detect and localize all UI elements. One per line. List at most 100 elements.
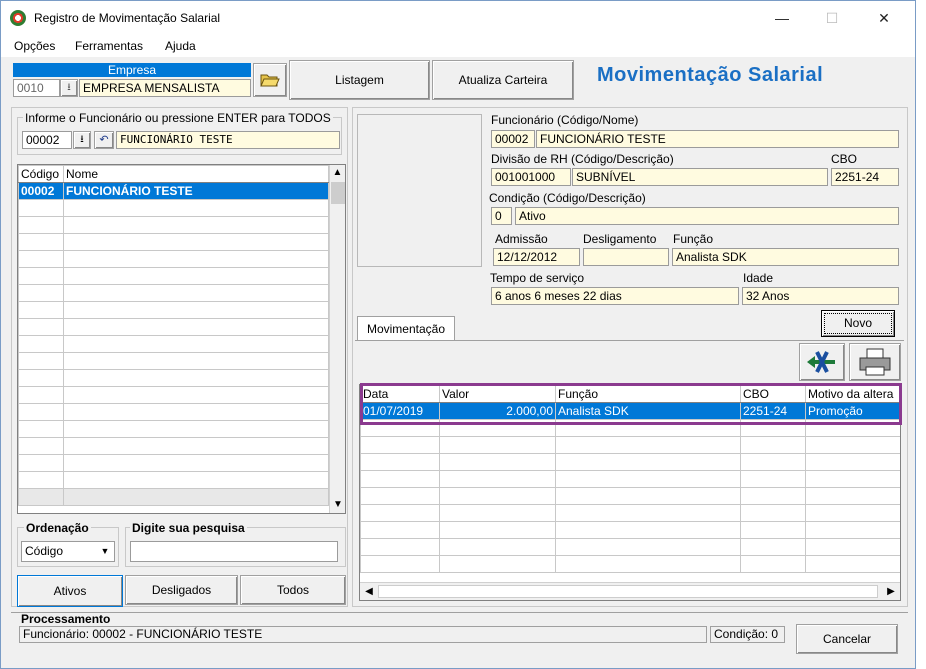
table-row[interactable] bbox=[18, 216, 329, 234]
column-header-codigo[interactable]: Código bbox=[18, 165, 64, 183]
row-motivo: Promoção bbox=[805, 402, 900, 420]
table-header-row: Código Nome bbox=[18, 165, 329, 183]
scroll-thumb[interactable] bbox=[378, 585, 878, 598]
movements-hscrollbar[interactable]: ◀ ▶ bbox=[360, 582, 900, 600]
column-header-motivo[interactable]: Motivo da altera bbox=[805, 385, 900, 403]
scroll-up-icon[interactable]: ▲ bbox=[330, 165, 345, 181]
print-button[interactable] bbox=[849, 343, 901, 381]
close-button[interactable]: ✕ bbox=[869, 7, 899, 29]
employee-search-legend: Informe o Funcionário ou pressione ENTER… bbox=[23, 111, 333, 125]
table-row[interactable] bbox=[18, 403, 329, 421]
open-folder-button[interactable] bbox=[253, 63, 287, 97]
row-valor: 2.000,00 bbox=[439, 402, 556, 420]
table-row[interactable] bbox=[18, 250, 329, 268]
condicao-code-field: 0 bbox=[491, 207, 512, 225]
table-row[interactable] bbox=[18, 267, 329, 285]
cbo-field: 2251-24 bbox=[831, 168, 899, 186]
processing-label: Processamento bbox=[21, 612, 111, 626]
empresa-name-field: EMPRESA MENSALISTA bbox=[79, 79, 251, 97]
table-row[interactable]: 00002 FUNCIONÁRIO TESTE bbox=[18, 182, 329, 200]
menu-opcoes[interactable]: Opções bbox=[14, 39, 55, 53]
separator bbox=[11, 612, 908, 613]
listagem-button[interactable]: Listagem bbox=[289, 60, 430, 100]
table-row[interactable] bbox=[18, 301, 329, 319]
funcao-field: Analista SDK bbox=[672, 248, 899, 266]
table-row[interactable] bbox=[360, 470, 900, 488]
scroll-down-icon[interactable]: ▼ bbox=[330, 497, 345, 513]
maximize-button[interactable]: ☐ bbox=[817, 7, 847, 29]
printer-icon bbox=[859, 348, 891, 376]
employee-code-input[interactable]: 00002 bbox=[22, 131, 72, 149]
table-row[interactable] bbox=[360, 487, 900, 505]
admissao-field: 12/12/2012 bbox=[493, 248, 580, 266]
table-row[interactable] bbox=[18, 369, 329, 387]
table-row[interactable] bbox=[360, 521, 900, 539]
table-row[interactable] bbox=[18, 471, 329, 489]
column-header-nome[interactable]: Nome bbox=[63, 165, 329, 183]
minimize-button[interactable]: — bbox=[767, 7, 797, 29]
column-header-cbo[interactable]: CBO bbox=[740, 385, 806, 403]
table-row[interactable] bbox=[18, 318, 329, 336]
excel-icon bbox=[807, 351, 835, 373]
column-header-valor[interactable]: Valor bbox=[439, 385, 556, 403]
ordering-select[interactable]: Código ▼ bbox=[21, 541, 115, 562]
table-row[interactable] bbox=[18, 386, 329, 404]
arrow-down-icon: ⭳ bbox=[67, 82, 71, 93]
table-row[interactable] bbox=[18, 420, 329, 438]
table-row[interactable] bbox=[18, 352, 329, 370]
search-input[interactable] bbox=[130, 541, 338, 562]
app-icon bbox=[10, 10, 26, 26]
employee-table: Código Nome 00002 FUNCIONÁRIO TESTE bbox=[18, 165, 329, 506]
row-cbo: 2251-24 bbox=[740, 402, 806, 420]
table-row[interactable] bbox=[18, 284, 329, 302]
table-row[interactable] bbox=[360, 538, 900, 556]
window-title: Registro de Movimentação Salarial bbox=[34, 11, 221, 25]
table-row[interactable] bbox=[18, 335, 329, 353]
employee-list-scrollbar[interactable]: ▲ ▼ bbox=[329, 165, 345, 513]
table-row[interactable]: 01/07/2019 2.000,00 Analista SDK 2251-24… bbox=[360, 402, 900, 420]
cancel-button[interactable]: Cancelar bbox=[796, 624, 898, 654]
table-row[interactable] bbox=[18, 199, 329, 217]
table-row[interactable] bbox=[360, 436, 900, 454]
table-row[interactable] bbox=[360, 419, 900, 437]
scroll-thumb[interactable] bbox=[331, 182, 345, 204]
novo-button[interactable]: Novo bbox=[821, 310, 895, 337]
condicao-desc-field: Ativo bbox=[515, 207, 899, 225]
table-row[interactable] bbox=[18, 437, 329, 455]
tab-movimentacao[interactable]: Movimentação bbox=[357, 316, 455, 341]
todos-button[interactable]: Todos bbox=[240, 575, 346, 605]
export-excel-button[interactable] bbox=[799, 343, 845, 381]
empresa-label: Empresa bbox=[13, 63, 251, 77]
table-row[interactable] bbox=[18, 454, 329, 472]
chevron-down-icon[interactable]: ▼ bbox=[96, 542, 114, 561]
employee-lookup-button[interactable]: ⭳ bbox=[73, 131, 91, 149]
menu-ajuda[interactable]: Ajuda bbox=[165, 39, 196, 53]
column-header-data[interactable]: Data bbox=[360, 385, 440, 403]
ativos-button[interactable]: Ativos bbox=[17, 575, 123, 607]
table-row[interactable] bbox=[360, 453, 900, 471]
divisao-desc-field: SUBNÍVEL bbox=[572, 168, 828, 186]
tempo-servico-field: 6 anos 6 meses 22 dias bbox=[491, 287, 739, 305]
employee-name-field: FUNCIONÁRIO TESTE bbox=[116, 131, 340, 149]
main-window: Registro de Movimentação Salarial — ☐ ✕ … bbox=[0, 0, 916, 669]
arrow-down-icon: ⭳ bbox=[80, 134, 84, 145]
table-row[interactable] bbox=[18, 488, 329, 506]
empresa-lookup-button[interactable]: ⭳ bbox=[60, 79, 78, 97]
row-funcao: Analista SDK bbox=[555, 402, 741, 420]
empresa-code-field[interactable]: 0010 bbox=[13, 79, 60, 97]
employee-list-grid: Código Nome 00002 FUNCIONÁRIO TESTE ▲ ▼ bbox=[17, 164, 346, 514]
table-row[interactable] bbox=[360, 555, 900, 573]
menu-ferramentas[interactable]: Ferramentas bbox=[75, 39, 143, 53]
table-row[interactable] bbox=[360, 504, 900, 522]
page-title: Movimentação Salarial bbox=[597, 64, 824, 86]
scroll-left-icon[interactable]: ◀ bbox=[362, 584, 376, 599]
atualiza-carteira-button[interactable]: Atualiza Carteira bbox=[432, 60, 574, 100]
table-row[interactable] bbox=[18, 233, 329, 251]
desligamento-label: Desligamento bbox=[583, 232, 657, 246]
tempo-servico-label: Tempo de serviço bbox=[490, 271, 585, 285]
undo-icon: ↶ bbox=[99, 134, 109, 146]
undo-button[interactable]: ↶ bbox=[94, 131, 114, 149]
desligados-button[interactable]: Desligados bbox=[125, 575, 238, 605]
scroll-right-icon[interactable]: ▶ bbox=[884, 584, 898, 599]
column-header-funcao[interactable]: Função bbox=[555, 385, 741, 403]
